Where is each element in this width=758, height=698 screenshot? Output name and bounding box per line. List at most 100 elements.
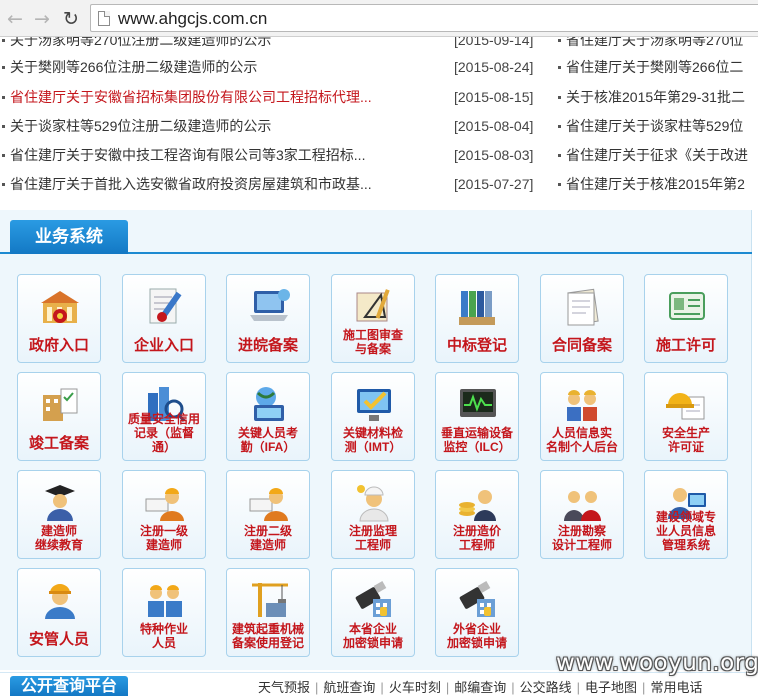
worker-level2-icon <box>246 479 292 525</box>
news-row[interactable]: 省住建厅关于安徽省招标集团股份有限公司工程招标代理... [2015-08-15… <box>0 83 758 112</box>
engineer-coins-icon <box>455 479 501 525</box>
business-tile[interactable]: 注册造价 工程师 <box>435 470 519 559</box>
tile-label: 关键人员考 勤（IFA） <box>229 426 307 454</box>
tile-label-line: 注册监理 <box>348 524 397 538</box>
news-row[interactable]: 省住建厅关于首批入选安徽省政府投资房屋建筑和市政基... [2015-07-27… <box>0 170 758 199</box>
tile-label-line: 人员 <box>151 636 176 650</box>
news-title[interactable]: 省住建厅关于安徽中技工程咨询有限公司等3家工程招标... <box>10 141 450 170</box>
business-tile[interactable]: 外省企业 加密锁申请 <box>435 568 519 657</box>
panel-header: 业务系统 <box>0 220 752 254</box>
news-title-right[interactable]: 省住建厅关于核准2015年第2 <box>566 170 758 199</box>
url-text[interactable]: www.ahgcjs.com.cn <box>118 9 267 29</box>
tower-crane-icon <box>246 577 292 623</box>
news-row[interactable]: 关于樊刚等266位注册二级建造师的公示 [2015-08-24] 省住建厅关于樊… <box>0 53 758 82</box>
bullet-icon <box>558 125 561 128</box>
arrow-right-icon[interactable]: → <box>31 8 53 30</box>
business-tile[interactable]: 本省企业 加密锁申请 <box>331 568 415 657</box>
tile-label-line: 人员信息实 <box>551 426 612 440</box>
tile-label: 企业入口 <box>125 338 203 354</box>
survey-engineers-icon <box>560 479 606 525</box>
blueprint-tools-icon <box>351 283 397 329</box>
tile-label-line: 注册二级 <box>243 524 292 538</box>
business-tile[interactable]: 注册一级 建造师 <box>122 470 206 559</box>
business-tile[interactable]: 进皖备案 <box>226 274 310 363</box>
tile-label-line: 名制个人后台 <box>545 440 618 454</box>
tile-label-line: 建设领域专 <box>655 510 716 524</box>
news-title[interactable]: 省住建厅关于安徽省招标集团股份有限公司工程招标代理... <box>10 83 450 112</box>
tile-label-line: 与备案 <box>354 342 391 356</box>
business-tile[interactable]: 垂直运输设备 监控（ILC） <box>435 372 519 461</box>
reload-icon[interactable]: ↻ <box>60 8 82 30</box>
news-title[interactable]: 关于谈家柱等529位注册二级建造师的公示 <box>10 112 450 141</box>
business-tile[interactable]: 企业入口 <box>122 274 206 363</box>
news-row[interactable]: 关于谈家柱等529位注册二级建造师的公示 [2015-08-04] 省住建厅关于… <box>0 112 758 141</box>
business-tile[interactable]: 建造师 继续教育 <box>17 470 101 559</box>
news-title-right[interactable]: 省住建厅关于征求《关于改进 <box>566 141 758 170</box>
tile-label-line: 关键材料检 <box>342 426 403 440</box>
business-tile[interactable]: 质量安全信用 记录（监督通） <box>122 372 206 461</box>
safety-manager-icon <box>37 577 83 623</box>
business-tile[interactable]: 竣工备案 <box>17 372 101 461</box>
tile-label: 注册造价 工程师 <box>438 524 516 552</box>
public-query-title[interactable]: 公开查询平台 <box>10 676 128 696</box>
business-tile[interactable]: 施工图审查 与备案 <box>331 274 415 363</box>
business-tile[interactable]: 合同备案 <box>540 274 624 363</box>
tile-label: 政府入口 <box>20 338 98 354</box>
business-tile[interactable]: 注册勘察 设计工程师 <box>540 470 624 559</box>
tile-label-line: 监控（ILC） <box>443 440 511 454</box>
business-tile[interactable]: 施工许可 <box>644 274 728 363</box>
usb-key-icon <box>455 577 501 623</box>
tile-label: 注册二级 建造师 <box>229 524 307 552</box>
tile-label: 外省企业 加密锁申请 <box>438 622 516 650</box>
news-row[interactable]: 省住建厅关于安徽中技工程咨询有限公司等3家工程招标... [2015-08-03… <box>0 141 758 170</box>
tile-label: 竣工备案 <box>20 436 98 452</box>
news-title-right[interactable]: 关于核准2015年第29-31批二 <box>566 83 758 112</box>
address-bar[interactable]: www.ahgcjs.com.cn <box>90 4 758 32</box>
business-tile[interactable]: 特种作业 人员 <box>122 568 206 657</box>
tile-label-line: 设计工程师 <box>551 538 612 552</box>
business-tile[interactable]: 建设领域专 业人员信息 管理系统 <box>644 470 728 559</box>
bullet-icon <box>2 39 5 42</box>
news-title[interactable]: 省住建厅关于首批入选安徽省政府投资房屋建筑和市政基... <box>10 170 450 199</box>
business-tile[interactable]: 建筑起重机械 备案使用登记 <box>226 568 310 657</box>
tile-label: 本省企业 加密锁申请 <box>334 622 412 650</box>
tile-label: 安全生产 许可证 <box>647 426 725 454</box>
business-tile[interactable]: 安全生产 许可证 <box>644 372 728 461</box>
tile-label: 安管人员 <box>20 632 98 648</box>
business-tile[interactable]: 注册二级 建造师 <box>226 470 310 559</box>
business-tile[interactable]: 人员信息实 名制个人后台 <box>540 372 624 461</box>
tile-label-line: 合同备案 <box>551 337 612 354</box>
tile-label-line: 建造师 <box>40 524 77 538</box>
tile-label-line: 特种作业 <box>139 622 188 636</box>
bullet-icon <box>2 183 5 186</box>
tile-label-line: 垂直运输设备 <box>440 426 513 440</box>
tile-label-line: 测（IMT） <box>344 440 402 454</box>
panel-title[interactable]: 业务系统 <box>10 220 128 254</box>
tile-label-line: 外省企业 <box>452 622 501 636</box>
tile-label: 注册勘察 设计工程师 <box>543 524 621 552</box>
tile-label-line: 关键人员考 <box>237 426 298 440</box>
business-tile[interactable]: 中标登记 <box>435 274 519 363</box>
tile-label-line: 进皖备案 <box>237 337 298 354</box>
watermark: www.wooyun.org <box>556 650 758 676</box>
tile-label: 注册一级 建造师 <box>125 524 203 552</box>
business-tile[interactable]: 注册监理 工程师 <box>331 470 415 559</box>
tile-label-line: 加密锁申请 <box>446 636 507 650</box>
tile-label-line: 注册造价 <box>452 524 501 538</box>
business-tile[interactable]: 安管人员 <box>17 568 101 657</box>
news-date: [2015-07-27] <box>454 176 534 192</box>
news-title-right[interactable]: 省住建厅关于谈家柱等529位 <box>566 112 758 141</box>
tile-label: 建设领域专 业人员信息 管理系统 <box>647 510 725 552</box>
news-title[interactable]: 关于樊刚等266位注册二级建造师的公示 <box>10 53 450 82</box>
business-tile[interactable]: 政府入口 <box>17 274 101 363</box>
arrow-left-icon[interactable]: ← <box>4 8 26 30</box>
news-title-right[interactable]: 省住建厅关于樊刚等266位二 <box>566 53 758 82</box>
tile-label-line: 施工许可 <box>655 337 716 354</box>
business-tile[interactable]: 关键材料检 测（IMT） <box>331 372 415 461</box>
news-list: 关于汤家明等270位注册二级建造师的公示 [2015-09-14] 省住建厅关于… <box>0 37 758 207</box>
bullet-icon <box>2 125 5 128</box>
building-checklist-icon <box>37 381 83 427</box>
business-tile[interactable]: 关键人员考 勤（IFA） <box>226 372 310 461</box>
tile-label-line: 勤（IFA） <box>240 440 296 454</box>
tile-label-line: 工程师 <box>458 538 495 552</box>
